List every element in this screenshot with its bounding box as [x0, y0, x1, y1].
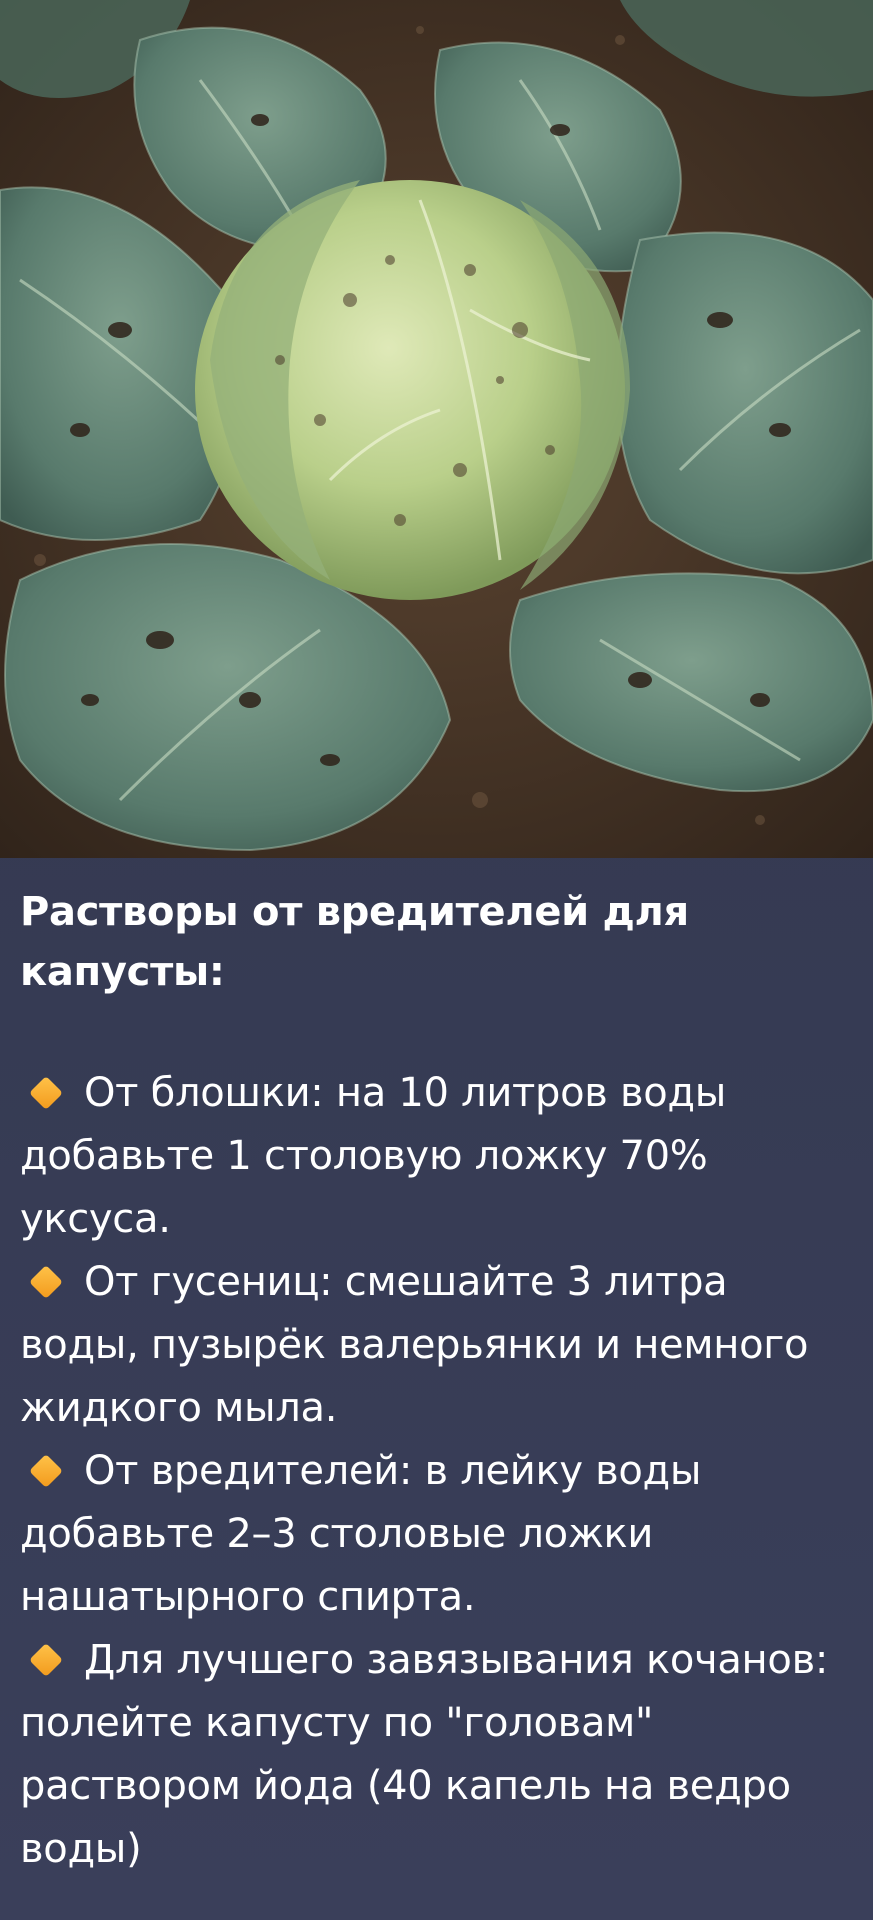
cabbage-photo	[0, 0, 873, 858]
orange-diamond-icon	[29, 1076, 63, 1110]
tip-text: От вредителей: в лейку воды добавьте 2–3…	[20, 1448, 702, 1620]
post: Растворы от вредителей для капусты: От б…	[0, 0, 873, 1920]
orange-diamond-icon	[29, 1454, 63, 1488]
tip-item: От гусениц: смешайте 3 литра воды, пузыр…	[20, 1251, 853, 1440]
tip-text: Для лучшего завязывания кочанов: полейте…	[20, 1637, 829, 1872]
tip-text: От блошки: на 10 литров воды добавьте 1 …	[20, 1070, 727, 1242]
tips-card: Растворы от вредителей для капусты: От б…	[0, 858, 873, 1920]
orange-diamond-icon	[29, 1643, 63, 1677]
tip-item: От вредителей: в лейку воды добавьте 2–3…	[20, 1440, 853, 1629]
card-title: Растворы от вредителей для капусты:	[20, 889, 689, 995]
tip-item: Для лучшего завязывания кочанов: полейте…	[20, 1629, 853, 1881]
orange-diamond-icon	[29, 1265, 63, 1299]
tip-item: От блошки: на 10 литров воды добавьте 1 …	[20, 1062, 853, 1251]
tip-text: От гусениц: смешайте 3 литра воды, пузыр…	[20, 1259, 809, 1431]
